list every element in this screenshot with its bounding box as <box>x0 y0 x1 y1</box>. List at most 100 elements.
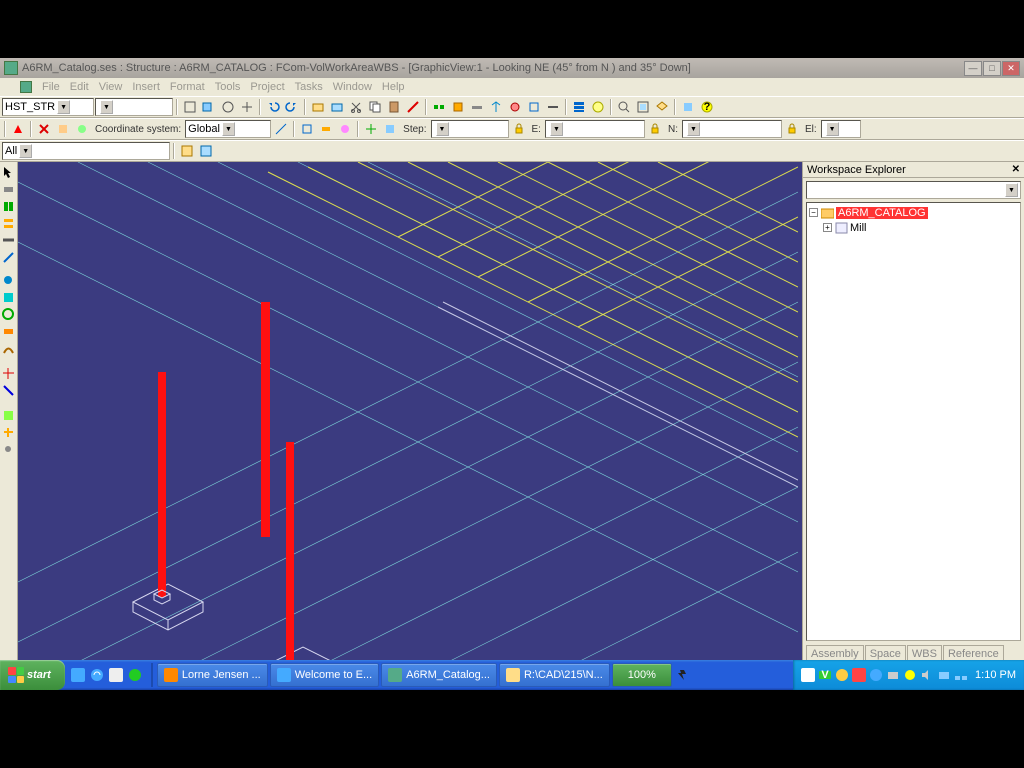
menu-window[interactable]: Window <box>333 81 372 93</box>
network-icon[interactable] <box>954 668 968 682</box>
pointer-tool[interactable] <box>0 164 16 180</box>
tool-button[interactable] <box>0 249 16 265</box>
expand-icon[interactable]: + <box>823 223 832 232</box>
n-combo[interactable]: ▼ <box>682 120 782 138</box>
tool-button[interactable] <box>381 120 399 138</box>
tool-button[interactable] <box>362 120 380 138</box>
tree-root[interactable]: − A6RM_CATALOG <box>809 205 1018 220</box>
tool-button[interactable] <box>430 98 448 116</box>
tool-button[interactable] <box>468 98 486 116</box>
clock[interactable]: 1:10 PM <box>975 669 1016 681</box>
menu-tasks[interactable]: Tasks <box>295 81 323 93</box>
taskbar-item[interactable]: Welcome to E... <box>270 663 379 687</box>
tool-button[interactable] <box>589 98 607 116</box>
tool-button[interactable] <box>525 98 543 116</box>
tool-button[interactable] <box>544 98 562 116</box>
explorer-close-button[interactable]: ✕ <box>1012 164 1020 175</box>
tool-button[interactable] <box>0 365 16 381</box>
3d-viewport[interactable] <box>18 162 802 662</box>
menu-edit[interactable]: Edit <box>70 81 89 93</box>
collapse-icon[interactable]: − <box>809 208 818 217</box>
tool-button[interactable] <box>0 306 16 322</box>
power-icon[interactable] <box>673 663 693 687</box>
explorer-combo[interactable]: ▼ <box>806 181 1021 199</box>
tool-button[interactable] <box>0 323 16 339</box>
tray-icon[interactable] <box>801 668 815 682</box>
taskbar-item[interactable]: R:\CAD\215\N... <box>499 663 610 687</box>
tool-button[interactable] <box>328 98 346 116</box>
quick-launch-item[interactable] <box>69 665 87 685</box>
coord-combo[interactable]: Global ▼ <box>185 120 271 138</box>
minimize-button[interactable]: — <box>964 61 982 76</box>
cut-button[interactable] <box>347 98 365 116</box>
copy-button[interactable] <box>366 98 384 116</box>
lock-button[interactable] <box>646 120 664 138</box>
paste-button[interactable] <box>385 98 403 116</box>
tool-button[interactable] <box>0 441 16 457</box>
menu-insert[interactable]: Insert <box>132 81 160 93</box>
menu-help[interactable]: Help <box>382 81 405 93</box>
explorer-tree[interactable]: − A6RM_CATALOG + Mill <box>806 202 1021 641</box>
tool-button[interactable] <box>0 232 16 248</box>
tray-icon[interactable] <box>835 668 849 682</box>
delete-button[interactable] <box>35 120 53 138</box>
menu-tools[interactable]: Tools <box>215 81 241 93</box>
e-combo[interactable]: ▼ <box>545 120 645 138</box>
tool-button[interactable] <box>0 340 16 356</box>
battery-indicator[interactable]: 100% <box>612 663 672 687</box>
tray-icon[interactable] <box>869 668 883 682</box>
tray-icon[interactable] <box>886 668 900 682</box>
taskbar-item[interactable]: A6RM_Catalog... <box>381 663 497 687</box>
tool-button[interactable] <box>0 289 16 305</box>
tool-button[interactable] <box>238 98 256 116</box>
tool-button[interactable] <box>219 98 237 116</box>
tool-button[interactable] <box>298 120 316 138</box>
tool-button[interactable] <box>404 98 422 116</box>
tray-icon[interactable] <box>937 668 951 682</box>
tool-button[interactable] <box>272 120 290 138</box>
lock-button[interactable] <box>510 120 528 138</box>
tree-child[interactable]: + Mill <box>809 220 1018 235</box>
tool-button[interactable] <box>487 98 505 116</box>
step-combo[interactable]: ▼ <box>431 120 509 138</box>
menu-file[interactable]: File <box>42 81 60 93</box>
tool-button[interactable] <box>9 120 27 138</box>
el-combo[interactable]: ▼ <box>821 120 861 138</box>
tool-button[interactable] <box>336 120 354 138</box>
redo-button[interactable] <box>283 98 301 116</box>
menu-project[interactable]: Project <box>250 81 284 93</box>
tool-button[interactable] <box>0 215 16 231</box>
tool-button[interactable] <box>197 142 215 160</box>
tool-button[interactable] <box>0 382 16 398</box>
tray-icon[interactable] <box>852 668 866 682</box>
tool-button[interactable] <box>200 98 218 116</box>
tool-button[interactable] <box>449 98 467 116</box>
quick-launch-item[interactable] <box>126 665 144 685</box>
tool-button[interactable] <box>317 120 335 138</box>
tool-button[interactable] <box>653 98 671 116</box>
tool-button[interactable] <box>73 120 91 138</box>
tool-button[interactable] <box>0 198 16 214</box>
tool-button[interactable] <box>54 120 72 138</box>
lock-button[interactable] <box>783 120 801 138</box>
help-button[interactable]: ? <box>698 98 716 116</box>
tool-button[interactable] <box>0 407 16 423</box>
volume-icon[interactable] <box>920 668 934 682</box>
tool-button[interactable] <box>181 98 199 116</box>
tool-button[interactable] <box>0 272 16 288</box>
style-combo[interactable]: ▼ <box>95 98 173 116</box>
tool-button[interactable] <box>634 98 652 116</box>
zoom-button[interactable] <box>615 98 633 116</box>
filter-combo[interactable]: All ▼ <box>2 142 170 160</box>
close-button[interactable]: ✕ <box>1002 61 1020 76</box>
tool-button[interactable] <box>0 424 16 440</box>
undo-button[interactable] <box>264 98 282 116</box>
menu-format[interactable]: Format <box>170 81 205 93</box>
tool-button[interactable] <box>178 142 196 160</box>
tray-icon[interactable]: V <box>818 668 832 682</box>
tool-button[interactable] <box>309 98 327 116</box>
maximize-button[interactable]: □ <box>983 61 1001 76</box>
taskbar-item[interactable]: Lorne Jensen ... <box>157 663 268 687</box>
start-button[interactable]: start <box>0 660 65 690</box>
tray-icon[interactable] <box>903 668 917 682</box>
